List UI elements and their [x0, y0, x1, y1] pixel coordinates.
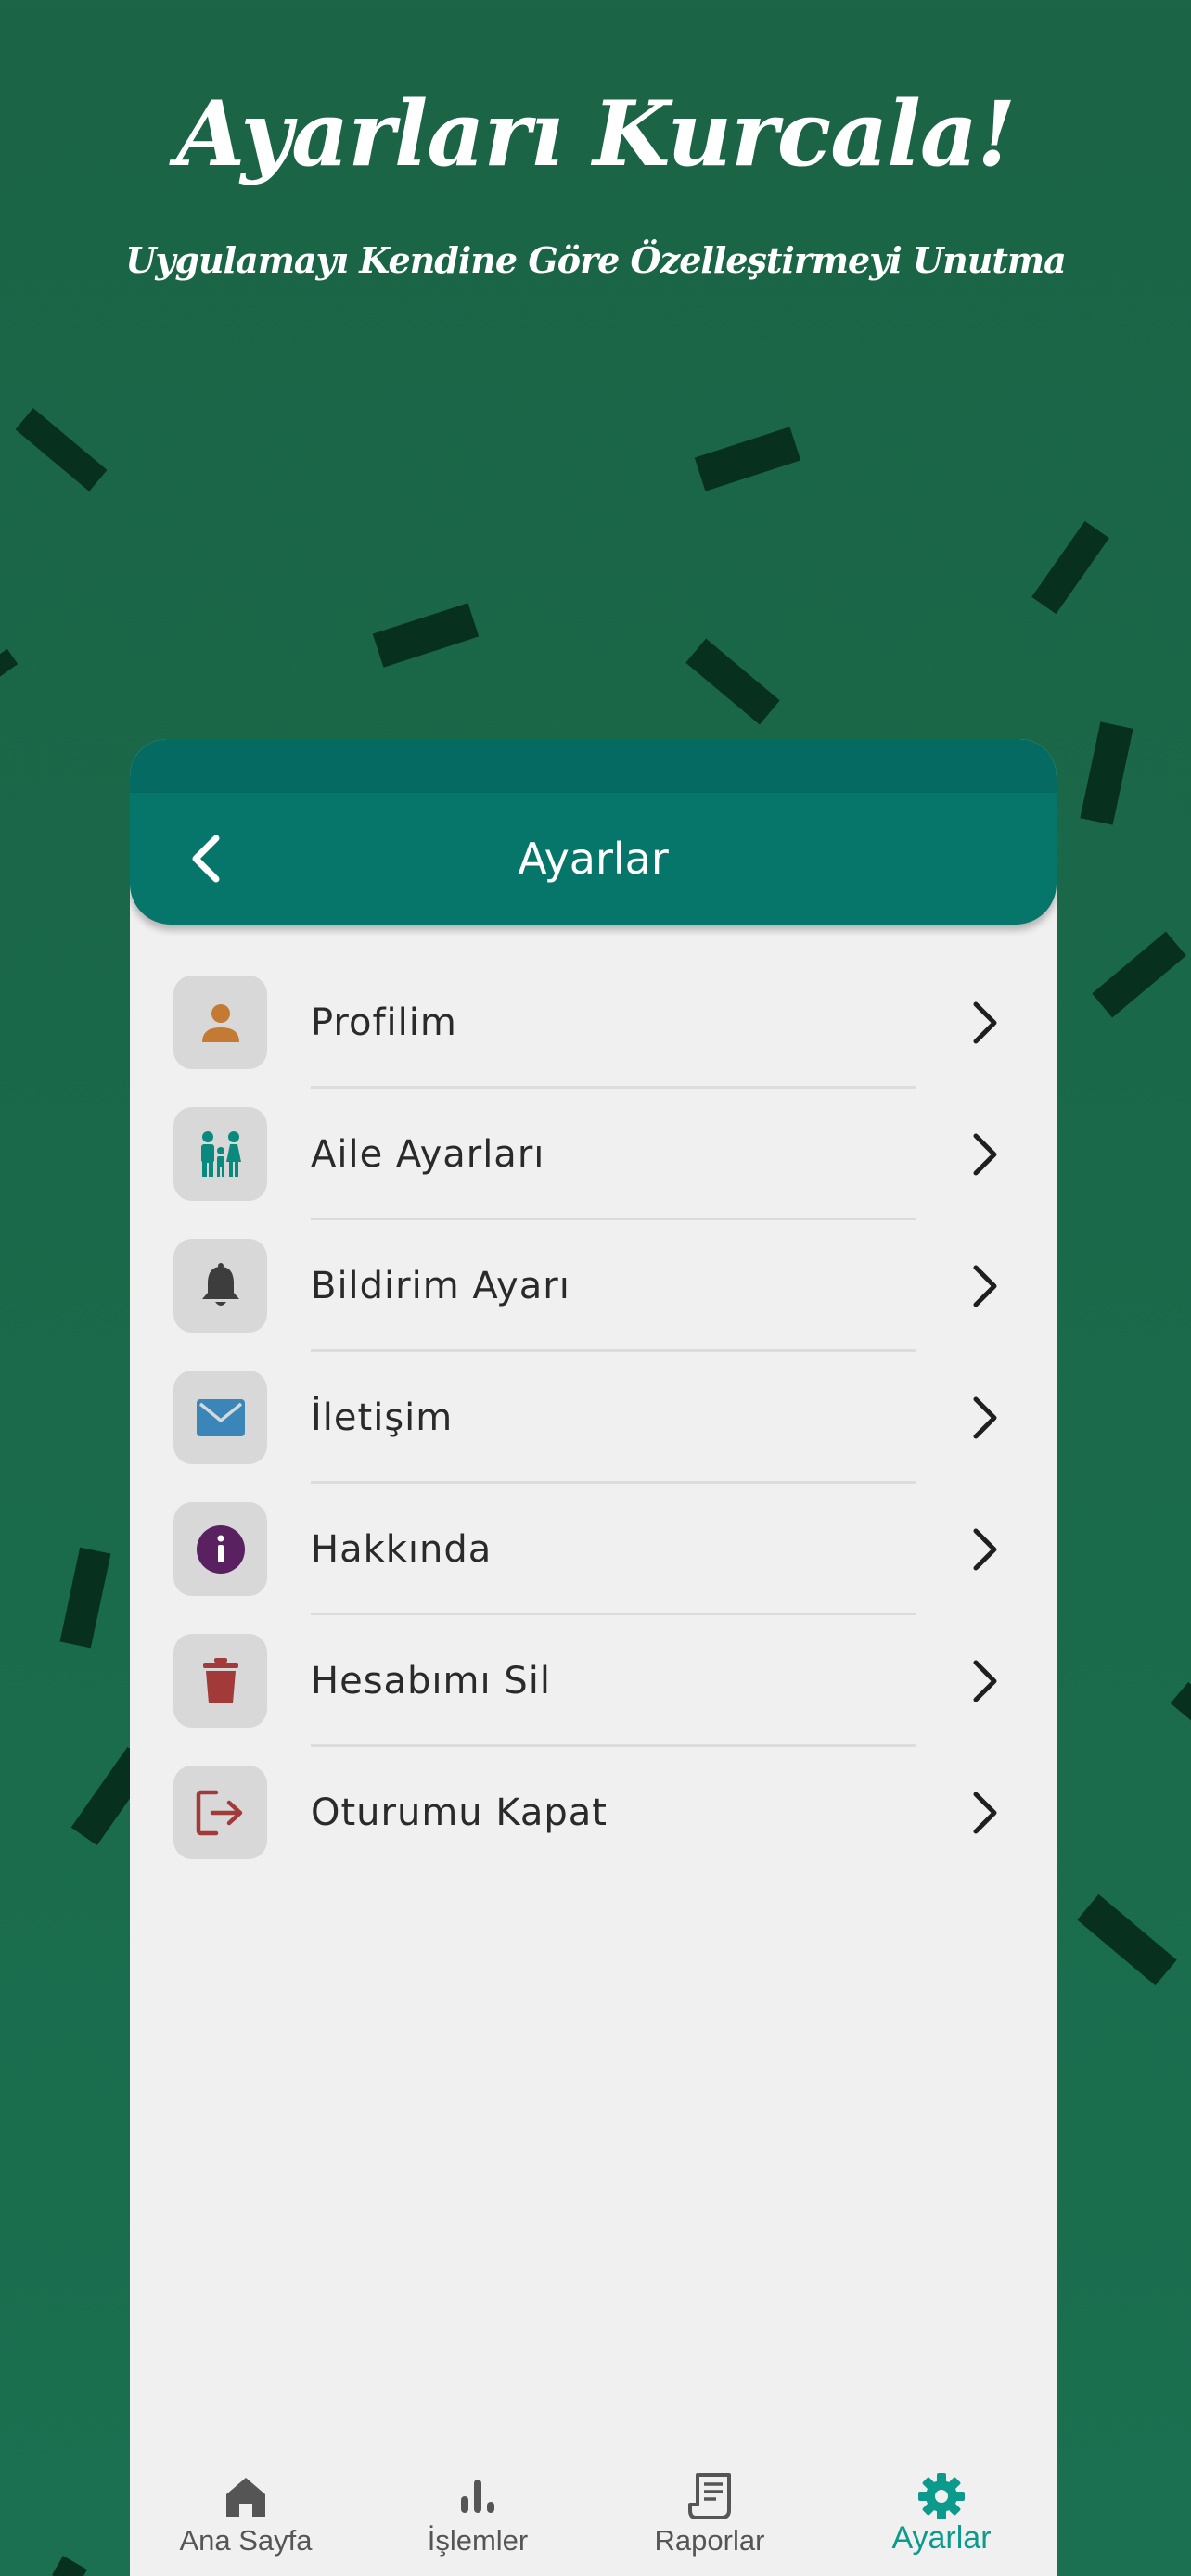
icon-box [173, 1107, 267, 1201]
menu-item-family-settings[interactable]: Aile Ayarları [130, 1089, 1057, 1220]
nav-item-reports[interactable]: Raporlar [594, 2459, 826, 2576]
family-icon [200, 1130, 241, 1177]
trash-icon [202, 1657, 238, 1703]
menu-item-notification-settings[interactable]: Bildirim Ayarı [130, 1220, 1057, 1352]
icon-box [173, 1502, 267, 1596]
menu-item-label: Profilim [311, 1001, 457, 1044]
icon-box [173, 1239, 267, 1333]
bell-icon [201, 1262, 239, 1306]
bottom-nav: Ana Sayfa İşlemler Raporlar Ayarlar [130, 2459, 1057, 2576]
icon-box [173, 976, 267, 1069]
menu-item-label: Oturumu Kapat [311, 1792, 608, 1834]
chevron-right-icon [961, 1658, 1007, 1704]
chevron-right-icon [961, 1526, 1007, 1573]
settings-header: Ayarlar [130, 793, 1057, 925]
confetti-piece [15, 408, 108, 491]
nav-label: Ana Sayfa [179, 2524, 313, 2557]
menu-item-label: Hesabımı Sil [311, 1660, 551, 1702]
menu-item-contact[interactable]: İletişim [130, 1352, 1057, 1484]
nav-label: Ayarlar [891, 2520, 992, 2556]
chevron-left-icon [192, 835, 220, 883]
confetti-piece [1170, 1681, 1191, 1722]
person-icon [201, 1003, 239, 1042]
confetti-piece [685, 638, 780, 725]
icon-box [173, 1371, 267, 1464]
icon-box [173, 1766, 267, 1859]
chevron-right-icon [961, 1263, 1007, 1309]
page-title: Ayarlar [518, 834, 669, 884]
menu-item-label: Hakkında [311, 1528, 493, 1571]
confetti-piece [52, 2556, 87, 2576]
menu-item-label: Aile Ayarları [311, 1133, 545, 1176]
chevron-right-icon [961, 1395, 1007, 1441]
bar-chart-icon [461, 2480, 494, 2513]
chevron-right-icon [961, 1131, 1007, 1178]
hero-subtitle: Uygulamayı Kendine Göre Özelleştirmeyi U… [125, 239, 1067, 281]
logout-icon [196, 1790, 242, 1835]
confetti-piece [694, 427, 801, 491]
confetti-piece [0, 648, 19, 680]
chevron-right-icon [961, 1790, 1007, 1836]
nav-item-settings[interactable]: Ayarlar [826, 2459, 1057, 2576]
back-button[interactable] [176, 828, 237, 889]
nav-item-transactions[interactable]: İşlemler [362, 2459, 594, 2576]
settings-panel: Ayarlar Profilim Aile Ayarları Bildirim … [130, 739, 1057, 2576]
chevron-right-icon [961, 1000, 1007, 1046]
icon-box [173, 1634, 267, 1728]
menu-item-logout[interactable]: Oturumu Kapat [130, 1747, 1057, 1879]
confetti-piece [1080, 721, 1133, 825]
confetti-piece [1092, 931, 1186, 1018]
gear-icon [918, 2473, 965, 2519]
menu-item-delete-account[interactable]: Hesabımı Sil [130, 1615, 1057, 1747]
confetti-piece [372, 603, 480, 668]
info-icon [196, 1524, 245, 1574]
home-icon [226, 2478, 265, 2517]
confetti-piece [59, 1547, 111, 1649]
receipt-icon [688, 2473, 731, 2519]
confetti-piece [1077, 1894, 1177, 1986]
nav-item-home[interactable]: Ana Sayfa [130, 2459, 362, 2576]
menu-item-label: Bildirim Ayarı [311, 1265, 570, 1307]
menu-item-about[interactable]: Hakkında [130, 1484, 1057, 1615]
menu-item-label: İletişim [311, 1396, 454, 1439]
menu-item-profile[interactable]: Profilim [130, 957, 1057, 1089]
confetti-piece [1031, 520, 1109, 615]
mail-icon [196, 1398, 245, 1436]
nav-label: Raporlar [654, 2524, 765, 2557]
nav-label: İşlemler [427, 2524, 529, 2557]
panel-tab [130, 739, 1057, 795]
hero-title: Ayarları Kurcala! [175, 82, 1016, 186]
